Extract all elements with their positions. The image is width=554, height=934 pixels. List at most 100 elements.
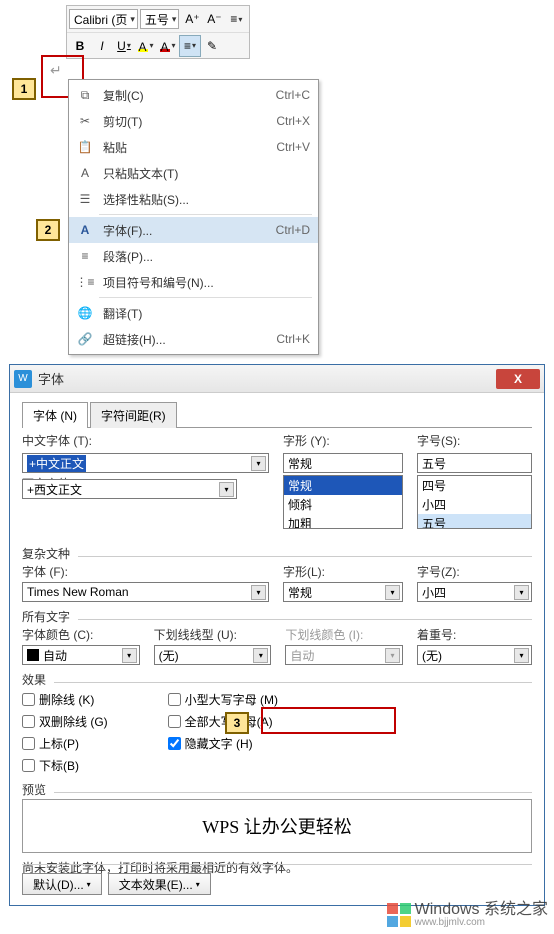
complex-font-label: 字体 (F): <box>22 563 269 580</box>
all-text-header: 所有文字 <box>22 608 532 625</box>
style-label: 字形 (Y): <box>283 432 403 449</box>
size-input[interactable]: 五号 <box>417 453 532 473</box>
menu-paste[interactable]: 📋 粘贴 Ctrl+V <box>69 134 318 160</box>
menu-font[interactable]: A 字体(F)... Ctrl+D <box>69 217 318 243</box>
font-name-value: Calibri (页 <box>74 11 127 28</box>
menu-font-label: 字体(F)... <box>103 222 276 239</box>
menu-copy-label: 复制(C) <box>103 87 276 104</box>
dialog-tabs: 字体 (N) 字符间距(R) <box>22 401 532 428</box>
menu-cut-label: 剪切(T) <box>103 113 276 130</box>
en-font-value: +西文正文 <box>27 481 82 498</box>
cn-font-label: 中文字体 (T): <box>22 432 269 449</box>
underline-style-label: 下划线线型 (U): <box>154 626 272 643</box>
subscript-checkbox[interactable]: 下标(B) <box>22 755 108 775</box>
menu-hyperlink-label: 超链接(H)... <box>103 331 276 348</box>
complex-style-label: 字形(L): <box>283 563 403 580</box>
callout-2: 2 <box>36 219 60 241</box>
menu-hyperlink[interactable]: 🔗 超链接(H)... Ctrl+K <box>69 326 318 352</box>
font-color-icon: A <box>160 40 170 52</box>
close-button[interactable]: X <box>496 369 540 389</box>
en-font-dropdown[interactable]: +西文正文▾ <box>22 479 237 499</box>
menu-translate-label: 翻译(T) <box>103 305 310 322</box>
menu-paste-special-label: 选择性粘贴(S)... <box>103 191 310 208</box>
superscript-checkbox[interactable]: 上标(P) <box>22 733 108 753</box>
emphasis-dropdown[interactable]: (无)▾ <box>417 645 532 665</box>
windows-logo-icon <box>387 903 411 927</box>
strike-label: 删除线 (K) <box>39 691 94 708</box>
cn-font-dropdown[interactable]: +中文正文▾ <box>22 453 269 473</box>
menu-paragraph[interactable]: ≡ 段落(P)... <box>69 243 318 269</box>
style-input[interactable]: 常规 <box>283 453 403 473</box>
increase-font-button[interactable]: A⁺ <box>181 8 203 30</box>
tab-spacing[interactable]: 字符间距(R) <box>90 402 177 428</box>
complex-style-dropdown[interactable]: 常规▾ <box>283 582 403 602</box>
menu-hyperlink-shortcut: Ctrl+K <box>276 332 310 346</box>
underline-style-dropdown[interactable]: (无)▾ <box>154 645 272 665</box>
menu-separator <box>99 297 312 298</box>
font-icon: A <box>75 220 95 240</box>
font-name-dropdown[interactable]: Calibri (页▾ <box>69 9 138 29</box>
line-spacing-button[interactable]: ≡ <box>225 8 247 30</box>
callout-3: 3 <box>225 712 249 734</box>
paragraph-mark-icon: ↵ <box>50 62 62 80</box>
menu-cut[interactable]: ✂ 剪切(T) Ctrl+X <box>69 108 318 134</box>
size-label: 字号(S): <box>417 432 532 449</box>
style-opt-bold[interactable]: 加粗 <box>284 514 402 529</box>
complex-style-value: 常规 <box>288 584 312 601</box>
font-size-value: 五号 <box>145 11 169 28</box>
size-opt-2[interactable]: 五号 <box>418 514 531 529</box>
small-caps-checkbox[interactable]: 小型大写字母 (M) <box>168 689 278 709</box>
menu-paste-shortcut: Ctrl+V <box>276 140 310 154</box>
dbl-strike-checkbox[interactable]: 双删除线 (G) <box>22 711 108 731</box>
effects-header: 效果 <box>22 671 532 688</box>
dialog-titlebar: W 字体 X <box>10 365 544 393</box>
callout-1: 1 <box>12 78 36 100</box>
underline-button[interactable]: U <box>113 35 135 57</box>
format-painter-button[interactable]: ✎ <box>201 35 223 57</box>
bullets-icon: ⋮≡ <box>75 272 95 292</box>
complex-header: 复杂文种 <box>22 545 532 562</box>
redbox-3 <box>261 707 396 734</box>
font-color-dropdown[interactable]: 自动▾ <box>22 645 140 665</box>
menu-bullets[interactable]: ⋮≡ 项目符号和编号(N)... <box>69 269 318 295</box>
italic-button[interactable]: I <box>91 35 113 57</box>
underline-color-value: 自动 <box>290 647 314 664</box>
complex-font-dropdown[interactable]: Times New Roman▾ <box>22 582 269 602</box>
highlight-button[interactable]: A <box>135 35 157 57</box>
clipboard-icon: 📋 <box>75 137 95 157</box>
scissors-icon: ✂ <box>75 111 95 131</box>
hidden-label: 隐藏文字 (H) <box>185 735 253 752</box>
font-size-dropdown[interactable]: 五号▾ <box>140 9 180 29</box>
menu-copy-shortcut: Ctrl+C <box>276 88 310 102</box>
strike-checkbox[interactable]: 删除线 (K) <box>22 689 108 709</box>
superscript-label: 上标(P) <box>39 735 79 752</box>
default-button[interactable]: 默认(D)... <box>22 873 102 895</box>
font-color-button[interactable]: A <box>157 35 179 57</box>
cn-font-value: +中文正文 <box>27 455 86 472</box>
complex-font-value: Times New Roman <box>27 585 129 599</box>
decrease-font-button[interactable]: A⁻ <box>203 8 225 30</box>
hyperlink-icon: 🔗 <box>75 329 95 349</box>
style-value: 常规 <box>288 455 312 472</box>
complex-size-dropdown[interactable]: 小四▾ <box>417 582 532 602</box>
formatting-toolbar: Calibri (页▾ 五号▾ A⁺ A⁻ ≡ B I U A A ≡ ✎ <box>66 5 250 59</box>
menu-paste-text-label: 只粘贴文本(T) <box>103 165 310 182</box>
align-button[interactable]: ≡ <box>179 35 201 57</box>
menu-paste-special[interactable]: ☰ 选择性粘贴(S)... <box>69 186 318 212</box>
menu-paste-text[interactable]: A 只粘贴文本(T) <box>69 160 318 186</box>
menu-cut-shortcut: Ctrl+X <box>276 114 310 128</box>
text-effects-button[interactable]: 文本效果(E)... <box>108 873 211 895</box>
menu-bullets-label: 项目符号和编号(N)... <box>103 274 310 291</box>
paragraph-icon: ≡ <box>75 246 95 266</box>
tab-font[interactable]: 字体 (N) <box>22 402 88 428</box>
copy-icon: ⧉ <box>75 85 95 105</box>
wps-icon: W <box>14 370 32 388</box>
menu-translate[interactable]: 🌐 翻译(T) <box>69 300 318 326</box>
underline-color-dropdown: 自动▾ <box>285 645 403 665</box>
bold-button[interactable]: B <box>69 35 91 57</box>
hidden-checkbox[interactable]: 隐藏文字 (H) <box>168 733 278 753</box>
translate-icon: 🌐 <box>75 303 95 323</box>
dialog-title: 字体 <box>38 369 496 388</box>
complex-size-label: 字号(Z): <box>417 563 532 580</box>
menu-copy[interactable]: ⧉ 复制(C) Ctrl+C <box>69 82 318 108</box>
